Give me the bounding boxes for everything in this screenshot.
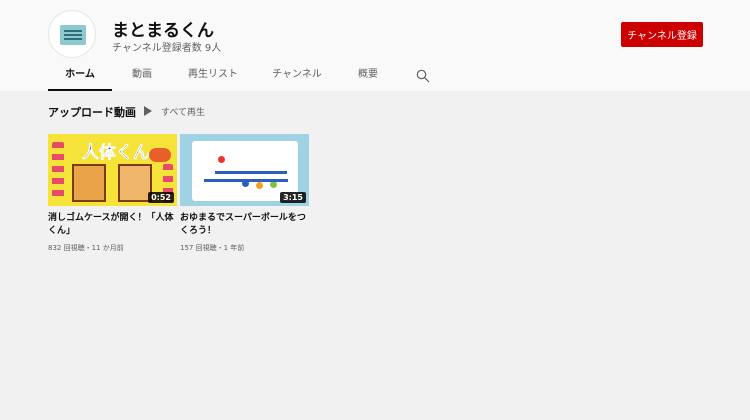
subscribe-button[interactable]: チャンネル登録 <box>621 22 703 47</box>
video-meta: 157 回視聴・1 年前 <box>180 244 245 252</box>
video-thumbnail[interactable]: 人体くん 0:52 <box>48 134 177 206</box>
tab-channels[interactable]: チャンネル <box>268 62 326 91</box>
channel-avatar[interactable] <box>48 10 96 58</box>
subscriber-count: チャンネル登録者数 9人 <box>112 43 222 54</box>
video-duration: 0:52 <box>148 192 174 203</box>
thumbnail-title-art: 人体くん <box>82 143 151 164</box>
thumbnail-caption-art <box>215 171 287 174</box>
play-all-label: すべて再生 <box>161 107 206 118</box>
channel-header: まとまるくん チャンネル登録者数 9人 チャンネル登録 ホーム 動画 再生リスト… <box>0 0 750 91</box>
thumbnail-caption-art <box>204 179 288 182</box>
video-thumbnail[interactable]: 3:15 <box>180 134 309 206</box>
video-title[interactable]: おゆまるでスーパーボールをつくろう！ <box>180 212 309 238</box>
video-title[interactable]: 消しゴムケースが開く！「人体くん」 <box>48 212 177 238</box>
thumbnail-ball <box>256 182 263 189</box>
channel-name: まとまるくん <box>112 21 214 41</box>
search-icon[interactable] <box>416 69 430 83</box>
tab-playlists[interactable]: 再生リスト <box>180 62 246 91</box>
video-meta: 832 回視聴・11 か月前 <box>48 244 124 252</box>
thumbnail-ball <box>270 181 277 188</box>
thumbnail-figure <box>118 164 152 202</box>
video-item[interactable]: 3:15 おゆまるでスーパーボールをつくろう！ 157 回視聴・1 年前 <box>180 134 309 253</box>
thumbnail-decoration <box>52 142 64 202</box>
tab-videos[interactable]: 動画 <box>122 62 162 91</box>
thumbnail-ball <box>218 156 225 163</box>
play-all-button[interactable]: すべて再生 <box>144 104 205 118</box>
thumbnail-badge <box>149 148 171 162</box>
play-icon <box>144 106 152 116</box>
video-item[interactable]: 人体くん 0:52 消しゴムケースが開く！「人体くん」 832 回視聴・11 か… <box>48 134 177 253</box>
video-duration: 3:15 <box>280 192 306 203</box>
channel-logo-icon <box>60 25 86 45</box>
thumbnail-figure <box>72 164 106 202</box>
section-title: アップロード動画 <box>48 106 136 119</box>
tab-home[interactable]: ホーム <box>48 62 112 91</box>
tab-about[interactable]: 概要 <box>348 62 388 91</box>
